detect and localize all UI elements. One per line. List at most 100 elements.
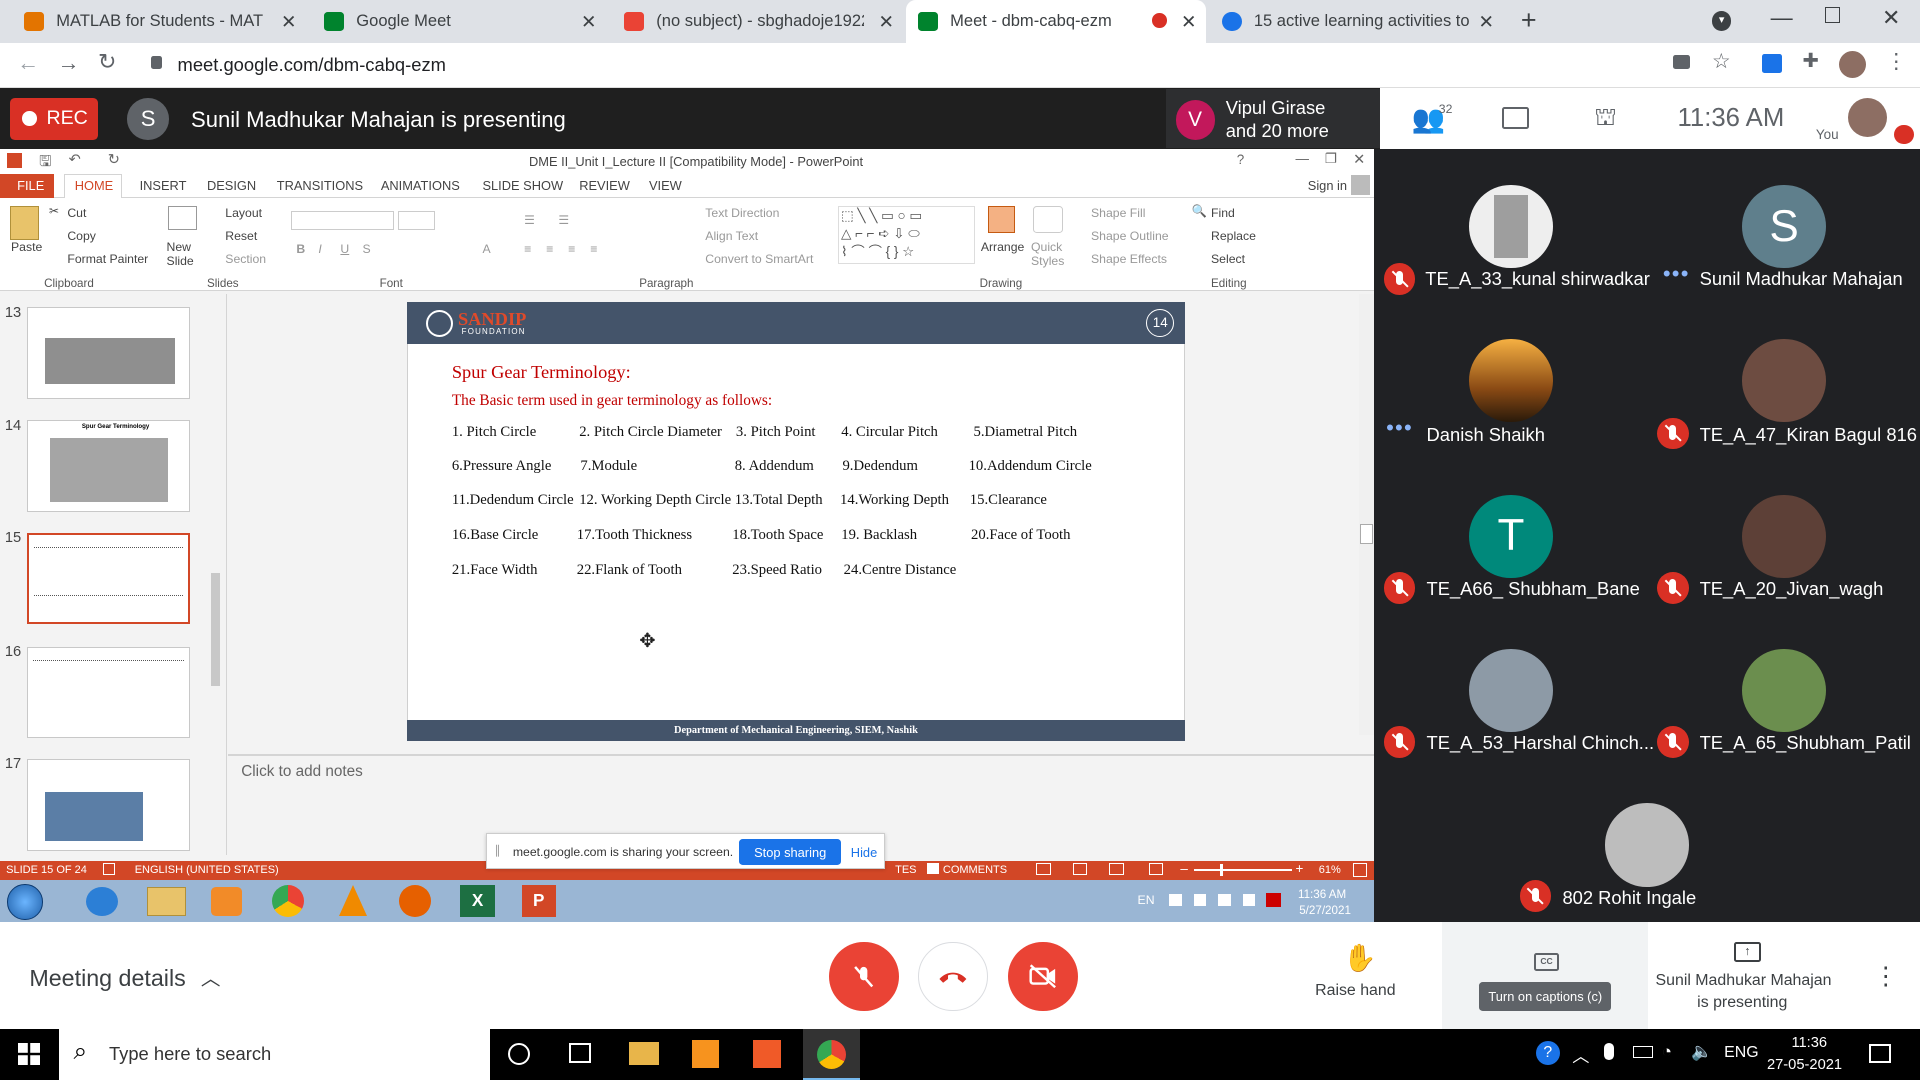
language-status[interactable]: ENGLISH (UNITED STATES) bbox=[135, 864, 279, 876]
help-icon[interactable]: ? bbox=[1237, 152, 1244, 167]
close-tab-icon[interactable]: ✕ bbox=[1181, 11, 1196, 33]
browser-tab-active-learning[interactable]: 15 active learning activities to en ✕ bbox=[1210, 0, 1504, 43]
speaker-icon[interactable]: 🔈 bbox=[1691, 1041, 1712, 1062]
present-screen-icon[interactable]: ↑ bbox=[1733, 941, 1761, 963]
undo-icon[interactable]: ↶ bbox=[69, 151, 81, 168]
quick-styles-icon[interactable] bbox=[1033, 205, 1063, 233]
presenting-line2[interactable]: is presenting bbox=[1697, 994, 1787, 1012]
notes-placeholder[interactable]: Click to add notes bbox=[241, 763, 363, 781]
shape-fill-button[interactable]: Shape Fill bbox=[1091, 206, 1145, 220]
raise-hand-button[interactable]: Raise hand bbox=[1315, 982, 1395, 1000]
binoculars-icon[interactable]: 🔍 bbox=[1191, 204, 1206, 218]
ppt-close-icon[interactable]: ✕ bbox=[1353, 151, 1365, 168]
close-window-icon[interactable]: ✕ bbox=[1882, 5, 1900, 31]
browser-tab-gmail[interactable]: (no subject) - sbghadoje192219 ✕ bbox=[612, 0, 903, 43]
sign-in-link[interactable]: Sign in bbox=[1308, 178, 1347, 193]
camera-icon[interactable] bbox=[1672, 55, 1690, 69]
font-color-icon[interactable]: A bbox=[482, 242, 490, 256]
browser-tab-matlab[interactable]: MATLAB for Students - MATLAB & ✕ bbox=[12, 0, 306, 43]
windows-start-icon[interactable] bbox=[18, 1043, 41, 1066]
slide-thumbnail-13[interactable] bbox=[26, 307, 190, 400]
file-explorer-icon[interactable] bbox=[629, 1042, 659, 1066]
self-avatar[interactable] bbox=[1847, 97, 1887, 138]
chrome-menu-icon[interactable]: ⋮ bbox=[1886, 49, 1907, 74]
layout-button[interactable]: Layout bbox=[225, 206, 262, 220]
keyboard-language[interactable]: ENG bbox=[1724, 1044, 1758, 1062]
tab-animations[interactable]: ANIMATIONS bbox=[381, 178, 460, 193]
new-slide-button[interactable]: New Slide bbox=[167, 240, 204, 268]
font-name-dropdown[interactable] bbox=[291, 210, 395, 231]
underline-icon[interactable]: U bbox=[340, 242, 349, 256]
hand-icon[interactable]: ✋ bbox=[1343, 942, 1377, 974]
notifications-icon[interactable] bbox=[1868, 1044, 1891, 1063]
cut-button[interactable]: Cut bbox=[67, 206, 86, 220]
section-button[interactable]: Section bbox=[225, 252, 266, 266]
zoom-slider-thumb[interactable] bbox=[1219, 864, 1224, 876]
slide-thumbnail-14[interactable]: Spur Gear Terminology bbox=[26, 419, 190, 512]
network-icon[interactable] bbox=[1218, 893, 1231, 907]
restore-window-icon[interactable] bbox=[1824, 7, 1841, 24]
win7-language[interactable]: EN bbox=[1138, 893, 1155, 907]
profile-avatar[interactable] bbox=[1839, 51, 1867, 79]
captions-icon[interactable]: CC bbox=[1534, 952, 1559, 972]
comments-icon[interactable] bbox=[926, 863, 940, 875]
notes-button[interactable]: TES bbox=[895, 864, 916, 876]
shapes-gallery[interactable]: ⬚ ╲ ╲ ▭ ○ ▭ △ ⌐ ⌐ ➪ ⇩ ⬭ ⌇ ⌒ ⌒ { } ☆ bbox=[837, 205, 975, 265]
firefox-icon[interactable] bbox=[399, 885, 431, 918]
text-direction-button[interactable]: Text Direction bbox=[705, 206, 779, 220]
tab-file[interactable]: FILE bbox=[17, 178, 44, 193]
slideshow-view-icon[interactable] bbox=[1148, 863, 1164, 876]
vlc-icon[interactable] bbox=[339, 884, 368, 917]
paste-button[interactable]: Paste bbox=[11, 240, 42, 254]
internet-explorer-icon[interactable] bbox=[85, 886, 118, 916]
tab-design[interactable]: DESIGN bbox=[207, 178, 256, 193]
shape-effects-button[interactable]: Shape Effects bbox=[1091, 252, 1167, 266]
zoom-level[interactable]: 61% bbox=[1319, 864, 1341, 876]
font-size-dropdown[interactable] bbox=[397, 210, 435, 231]
taskbar-search-box[interactable]: ⌕ Type here to search bbox=[58, 1028, 490, 1080]
tab-slide-show[interactable]: SLIDE SHOW bbox=[482, 178, 563, 193]
convert-smartart-button[interactable]: Convert to SmartArt bbox=[705, 252, 813, 266]
slide-thumbnail-15-selected[interactable] bbox=[26, 532, 190, 625]
new-tab-icon[interactable]: + bbox=[1521, 5, 1537, 36]
power-icon[interactable] bbox=[1242, 893, 1256, 907]
chat-icon[interactable] bbox=[1502, 106, 1530, 129]
zoom-in-icon[interactable]: + bbox=[1296, 861, 1304, 876]
reading-view-icon[interactable] bbox=[1109, 863, 1125, 876]
ppt-minimize-icon[interactable]: — bbox=[1296, 151, 1309, 166]
captions-area[interactable]: CC Turn on captions (c) bbox=[1442, 922, 1649, 1029]
browser-tab-meet-active[interactable]: Meet - dbm-cabq-ezm ✕ bbox=[906, 0, 1207, 43]
close-tab-icon[interactable]: ✕ bbox=[581, 11, 596, 33]
chevron-up-icon[interactable]: ︿ bbox=[201, 962, 221, 991]
lock-icon[interactable] bbox=[150, 56, 162, 69]
presenting-line1[interactable]: Sunil Madhukar Mahajan bbox=[1656, 972, 1832, 990]
wifi-icon[interactable]: ◔ bbox=[1662, 1041, 1672, 1062]
slide-thumbnail-17[interactable] bbox=[26, 759, 190, 851]
leave-call-button[interactable] bbox=[918, 941, 989, 1012]
drag-handle-icon[interactable]: ∥ bbox=[494, 843, 500, 857]
more-options-icon[interactable]: ⋮ bbox=[1873, 961, 1897, 991]
justify-icon[interactable]: ≡ bbox=[590, 242, 597, 256]
powerpoint-taskbar-icon[interactable]: P bbox=[521, 885, 556, 918]
action-center-icon[interactable] bbox=[1169, 893, 1182, 907]
select-button[interactable]: Select bbox=[1211, 252, 1245, 266]
shadow-icon[interactable]: S bbox=[362, 242, 370, 256]
save-icon[interactable]: 🖫 bbox=[39, 151, 52, 176]
shape-outline-button[interactable]: Shape Outline bbox=[1091, 229, 1169, 243]
media-player-icon[interactable] bbox=[210, 886, 243, 916]
numbering-icon[interactable]: ☰ bbox=[558, 213, 569, 227]
copy-button[interactable]: Copy bbox=[67, 229, 96, 243]
thumbnail-scrollbar[interactable] bbox=[210, 573, 221, 686]
italic-icon[interactable]: I bbox=[318, 242, 321, 256]
align-left-icon[interactable]: ≡ bbox=[524, 242, 531, 256]
align-text-button[interactable]: Align Text bbox=[705, 229, 758, 243]
close-tab-icon[interactable]: ✕ bbox=[879, 11, 894, 33]
align-right-icon[interactable]: ≡ bbox=[568, 242, 575, 256]
align-center-icon[interactable]: ≡ bbox=[546, 242, 553, 256]
scroll-thumb[interactable] bbox=[1360, 524, 1373, 544]
quick-styles-button[interactable]: Quick Styles bbox=[1031, 240, 1068, 268]
start-orb-icon[interactable] bbox=[7, 884, 43, 920]
find-button[interactable]: Find bbox=[1211, 206, 1235, 220]
app-icon[interactable] bbox=[753, 1039, 782, 1068]
tray-app-icon[interactable] bbox=[1266, 892, 1281, 908]
